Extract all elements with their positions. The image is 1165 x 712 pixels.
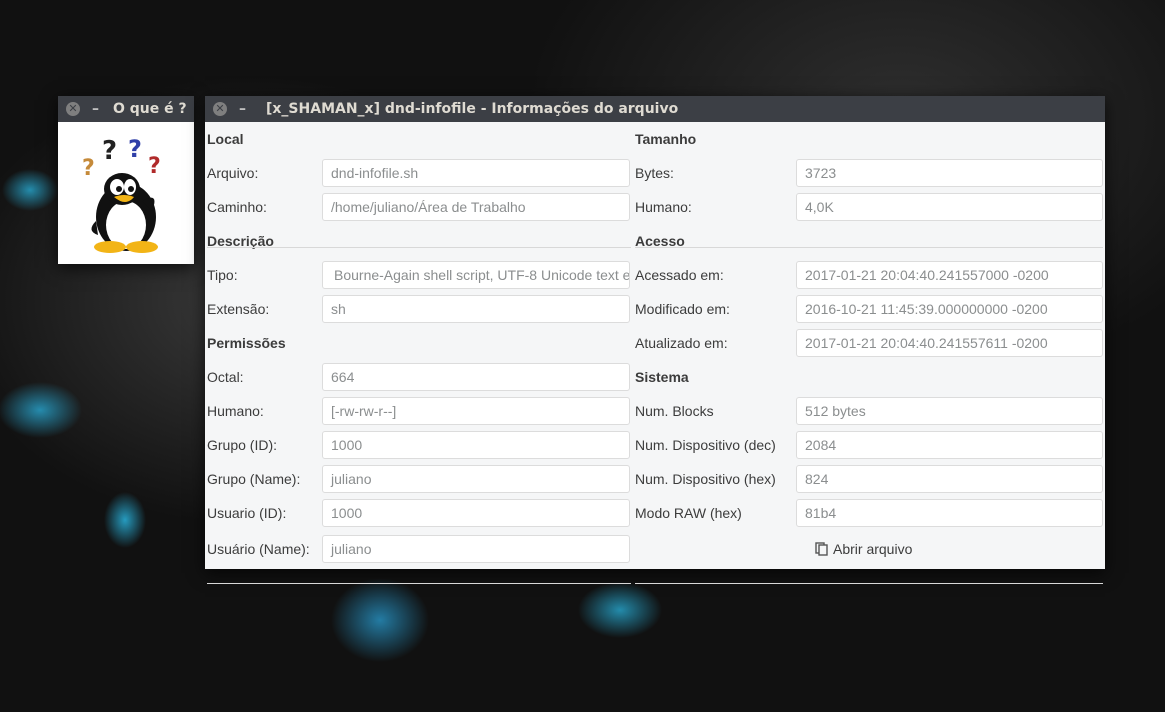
usuario-name-field[interactable]: juliano [322,535,630,563]
left-column: Local Arquivo: dnd-infofile.sh Caminho: … [207,122,631,584]
penguin-image: ? ? ? ? [58,122,194,264]
raw-field[interactable]: 81b4 [796,499,1103,527]
infofile-window-title: [x_SHAMAN_x] dnd-infofile - Informações … [266,101,679,117]
perm-humano-row: Humano: [-rw-rw-r--] [207,394,631,428]
usuario-name-row: Usuário (Name): juliano [207,530,631,568]
arquivo-field[interactable]: dnd-infofile.sh [322,159,630,187]
disp-hex-label: Num. Dispositivo (hex) [635,471,776,487]
disp-dec-field[interactable]: 2084 [796,431,1103,459]
copy-icon [815,542,828,556]
open-file-button[interactable]: Abrir arquivo [815,541,912,557]
usuario-id-field[interactable]: 1000 [322,499,630,527]
divider [635,583,1103,584]
info-content: Local Arquivo: dnd-infofile.sh Caminho: … [205,122,1105,584]
modificado-row: Modificado em: 2016-10-21 11:45:39.00000… [635,292,1103,326]
tux-question-icon: ? ? ? ? [82,135,161,253]
modificado-label: Modificado em: [635,301,730,317]
grupo-id-row: Grupo (ID): 1000 [207,428,631,462]
tipo-row: Tipo: Bourne-Again shell script, UTF-8 U… [207,258,631,292]
caminho-field[interactable]: /home/juliano/Área de Trabalho [322,193,630,221]
acessado-row: Acessado em: 2017-01-21 20:04:40.2415570… [635,258,1103,292]
atualizado-field[interactable]: 2017-01-21 20:04:40.241557611 -0200 [796,329,1103,357]
blocks-row: Num. Blocks 512 bytes [635,394,1103,428]
blocks-label: Num. Blocks [635,403,714,419]
tipo-field[interactable]: Bourne-Again shell script, UTF-8 Unicode… [322,261,630,289]
svg-text:?: ? [102,136,117,166]
tamanho-heading: Tamanho [635,131,697,147]
caminho-label: Caminho: [207,199,267,215]
bytes-field[interactable]: 3723 [796,159,1103,187]
svg-text:?: ? [82,156,95,181]
acessado-field[interactable]: 2017-01-21 20:04:40.241557000 -0200 [796,261,1103,289]
about-window-title: O que é ? [113,101,186,117]
descricao-heading: Descrição [207,233,274,249]
open-file-label: Abrir arquivo [833,541,913,557]
caminho-row: Caminho: /home/juliano/Área de Trabalho [207,190,631,224]
local-heading: Local [207,131,244,147]
usuario-name-label: Usuário (Name): [207,541,310,557]
sistema-heading: Sistema [635,369,689,385]
arquivo-row: Arquivo: dnd-infofile.sh [207,156,631,190]
atualizado-row: Atualizado em: 2017-01-21 20:04:40.24155… [635,326,1103,360]
octal-row: Octal: 664 [207,360,631,394]
extensao-row: Extensão: sh [207,292,631,326]
close-icon[interactable]: ✕ [213,102,227,116]
infofile-titlebar[interactable]: ✕ – [x_SHAMAN_x] dnd-infofile - Informaç… [205,96,1105,122]
tam-humano-field[interactable]: 4,0K [796,193,1103,221]
about-titlebar[interactable]: ✕ – O que é ? [58,96,194,122]
close-icon[interactable]: ✕ [66,102,80,116]
disp-dec-label: Num. Dispositivo (dec) [635,437,776,453]
arquivo-label: Arquivo: [207,165,259,181]
tam-humano-label: Humano: [635,199,692,215]
divider [207,583,631,584]
usuario-id-row: Usuario (ID): 1000 [207,496,631,530]
grupo-name-field[interactable]: juliano [322,465,630,493]
minimize-icon[interactable]: – [92,101,99,117]
blocks-field[interactable]: 512 bytes [796,397,1103,425]
svg-text:?: ? [128,135,142,163]
usuario-id-label: Usuario (ID): [207,505,287,521]
disp-hex-row: Num. Dispositivo (hex) 824 [635,462,1103,496]
svg-text:?: ? [148,154,161,179]
atualizado-label: Atualizado em: [635,335,728,351]
divider [635,247,1103,248]
acessado-label: Acessado em: [635,267,724,283]
open-row: Abrir arquivo [635,530,1103,568]
about-window: ✕ – O que é ? ? ? ? ? [58,96,194,264]
acesso-heading: Acesso [635,233,685,249]
grupo-name-row: Grupo (Name): juliano [207,462,631,496]
bytes-label: Bytes: [635,165,674,181]
raw-row: Modo RAW (hex) 81b4 [635,496,1103,530]
minimize-icon[interactable]: – [239,101,246,117]
grupo-id-field[interactable]: 1000 [322,431,630,459]
perm-humano-field[interactable]: [-rw-rw-r--] [322,397,630,425]
perm-humano-label: Humano: [207,403,264,419]
tam-humano-row: Humano: 4,0K [635,190,1103,224]
divider [207,247,631,248]
disp-dec-row: Num. Dispositivo (dec) 2084 [635,428,1103,462]
grupo-name-label: Grupo (Name): [207,471,301,487]
right-column: Tamanho Bytes: 3723 Humano: 4,0K Acesso … [635,122,1103,584]
grupo-id-label: Grupo (ID): [207,437,278,453]
disp-hex-field[interactable]: 824 [796,465,1103,493]
tipo-label: Tipo: [207,267,238,283]
extensao-field[interactable]: sh [322,295,630,323]
bytes-row: Bytes: 3723 [635,156,1103,190]
extensao-label: Extensão: [207,301,270,317]
permissoes-heading: Permissões [207,335,286,351]
octal-label: Octal: [207,369,244,385]
modificado-field[interactable]: 2016-10-21 11:45:39.000000000 -0200 [796,295,1103,323]
raw-label: Modo RAW (hex) [635,505,742,521]
octal-field[interactable]: 664 [322,363,630,391]
infofile-window: ✕ – [x_SHAMAN_x] dnd-infofile - Informaç… [205,96,1105,584]
